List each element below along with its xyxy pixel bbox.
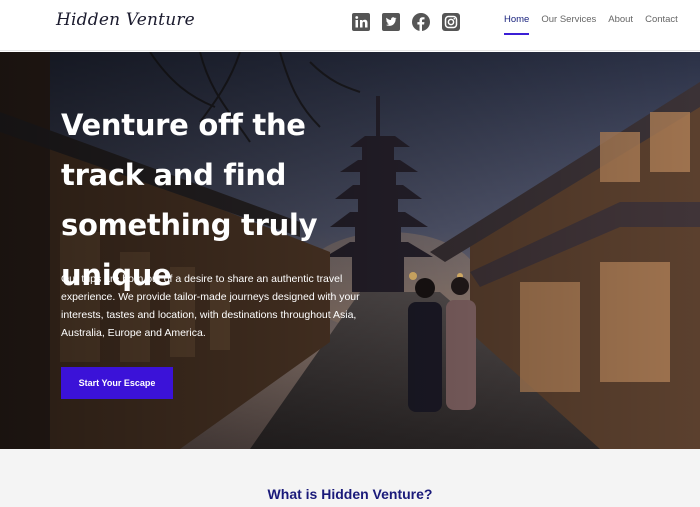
- twitter-icon[interactable]: [382, 13, 400, 31]
- section-title: What is Hidden Venture?: [267, 486, 433, 502]
- site-header: Hidden Venture Home Our Services About C…: [0, 0, 700, 51]
- about-intro-section: What is Hidden Venture?: [0, 449, 700, 507]
- logo-text: Hidden Venture: [56, 10, 195, 30]
- main-nav: Home Our Services About Contact: [504, 14, 678, 35]
- social-links: [352, 13, 460, 31]
- site-logo[interactable]: Hidden Venture: [56, 10, 195, 30]
- nav-contact[interactable]: Contact: [645, 14, 678, 35]
- linkedin-icon[interactable]: [352, 13, 370, 31]
- start-your-escape-button[interactable]: Start Your Escape: [61, 367, 173, 399]
- nav-home[interactable]: Home: [504, 14, 530, 35]
- nav-our-services[interactable]: Our Services: [541, 14, 596, 35]
- facebook-icon[interactable]: [412, 13, 430, 31]
- hero-description: Our trips are born out of a desire to sh…: [61, 273, 360, 339]
- instagram-icon[interactable]: [442, 13, 460, 31]
- hero-section: Venture off the track and find something…: [0, 52, 700, 449]
- nav-about[interactable]: About: [608, 14, 633, 35]
